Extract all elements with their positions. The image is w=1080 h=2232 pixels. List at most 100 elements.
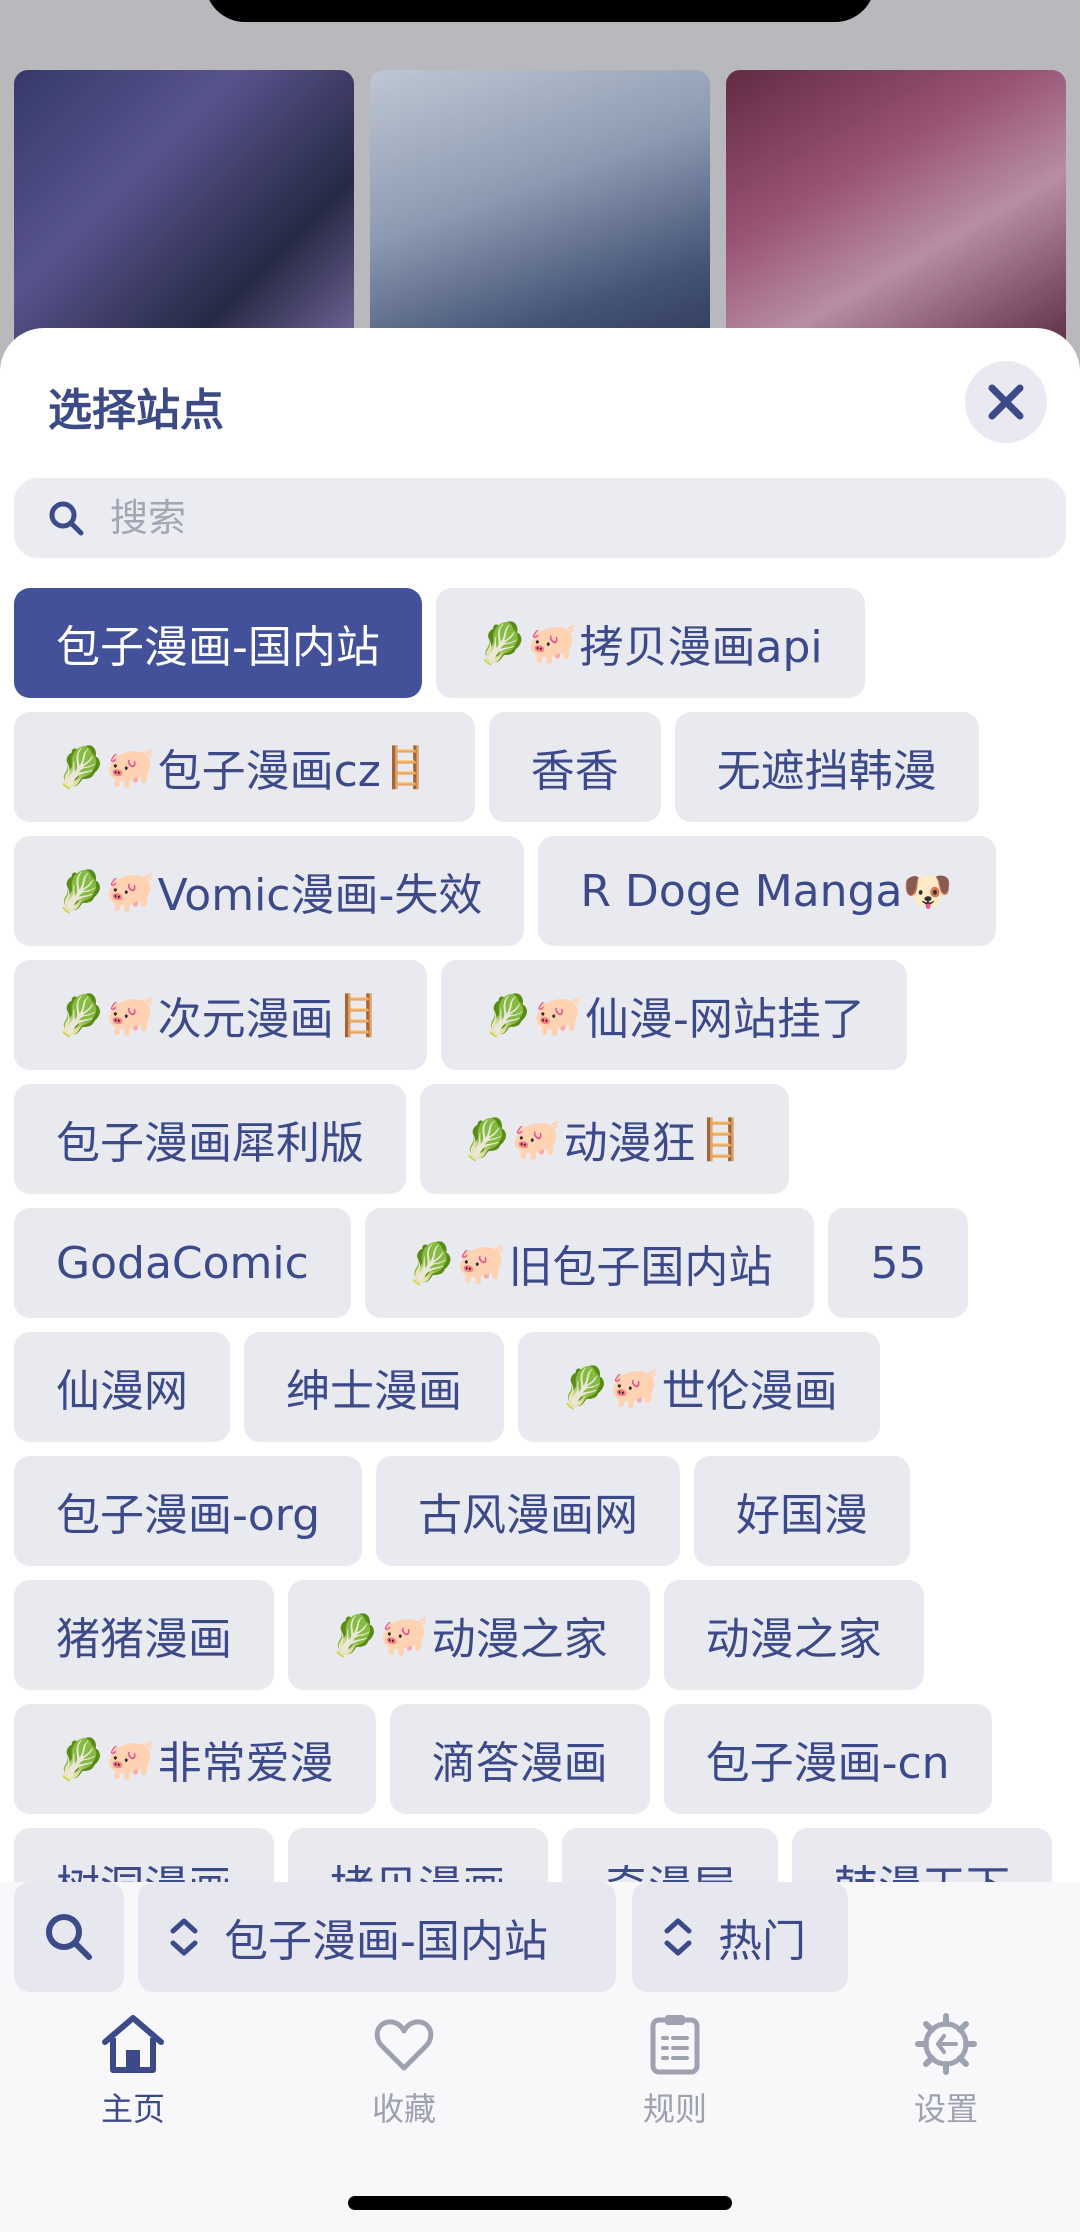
site-chip[interactable]: 包子漫画犀利版 <box>14 1084 406 1194</box>
site-chip[interactable]: 猪猪漫画 <box>14 1580 274 1690</box>
site-chip-label: Vomic漫画-失效 <box>157 870 483 921</box>
site-chip[interactable]: 包子漫画-国内站 <box>14 588 422 698</box>
tab-bar: 主页 收藏 规则 设置 <box>0 2012 1080 2162</box>
site-chip-label: 动漫之家 <box>705 1614 882 1665</box>
site-chip-prefix-emoji: 🥬🐖 <box>330 1612 430 1659</box>
search-box[interactable] <box>14 478 1066 558</box>
site-chip-label: 滴答漫画 <box>431 1738 608 1789</box>
comic-cover-2[interactable] <box>370 70 710 370</box>
search-toggle-button[interactable] <box>14 1882 124 1992</box>
site-chip[interactable]: 动漫之家 <box>663 1580 924 1690</box>
site-chip-label: 包子漫画-cn <box>705 1738 950 1789</box>
camera-notch <box>205 0 875 22</box>
site-chip-prefix-emoji: 🥬🐖 <box>56 744 156 791</box>
site-chip[interactable]: 好国漫 <box>694 1456 911 1566</box>
site-chip[interactable]: 树洞漫画 <box>14 1828 274 1888</box>
site-chip-label: 好国漫 <box>736 1490 869 1541</box>
tab-settings-label: 设置 <box>913 2090 978 2128</box>
site-chip[interactable]: 55 <box>828 1208 969 1318</box>
home-icon <box>102 2015 164 2073</box>
site-chip[interactable]: 香香 <box>488 712 661 822</box>
site-chip-suffix-emoji: 🪜 <box>695 1116 746 1163</box>
site-chip-label: 香香 <box>530 746 619 797</box>
chevron-up-down-icon <box>170 1918 198 1956</box>
site-chip[interactable]: 🥬🐖 动漫狂 🪜 <box>420 1084 790 1194</box>
tab-rules-label: 规则 <box>642 2090 707 2128</box>
site-chip-label: 古风漫画网 <box>418 1490 639 1541</box>
site-chip[interactable]: 🥬🐖 拷贝漫画api <box>435 588 865 698</box>
search-icon <box>46 1914 92 1960</box>
site-chip[interactable]: 绅士漫画 <box>244 1332 504 1442</box>
site-chip[interactable]: 滴答漫画 <box>389 1704 650 1814</box>
site-chip-label: 次元漫画 <box>157 994 334 1045</box>
site-chip-prefix-emoji: 🥬🐖 <box>56 868 156 915</box>
site-chip-label: GodaComic <box>56 1237 309 1289</box>
site-chip-prefix-emoji: 🥬🐖 <box>477 620 578 667</box>
sort-select[interactable]: 热门 <box>632 1882 848 1992</box>
site-chip-suffix-emoji: 🪜 <box>380 744 431 791</box>
chevron-up-down-icon <box>664 1918 692 1956</box>
close-icon <box>988 384 1024 420</box>
site-chip-label: 55 <box>870 1237 927 1289</box>
site-chip[interactable]: R Doge Manga 🐶 <box>538 836 997 946</box>
site-chip-label: 仙漫-网站挂了 <box>585 994 865 1045</box>
site-chip-label: 包子漫画-org <box>56 1490 321 1541</box>
site-chip-label: 动漫之家 <box>431 1614 608 1665</box>
site-chip-prefix-emoji: 🥬🐖 <box>462 1116 562 1163</box>
site-chip-label: 世伦漫画 <box>661 1366 838 1417</box>
site-chip[interactable]: 🥬🐖 包子漫画cz 🪜 <box>14 712 475 822</box>
comic-cover-1[interactable] <box>14 70 354 370</box>
comic-cover-3[interactable] <box>726 70 1066 370</box>
site-chip[interactable]: 🥬🐖 次元漫画 🪜 <box>14 960 428 1070</box>
sheet-title: 选择站点 <box>48 385 224 436</box>
site-chip-label: R Doge Manga <box>580 865 903 917</box>
site-chip[interactable]: 古风漫画网 <box>376 1456 681 1566</box>
gear-icon <box>915 2013 977 2075</box>
tab-favorites-label: 收藏 <box>371 2090 436 2128</box>
clipboard-list-icon <box>650 2015 700 2075</box>
site-picker-sheet: 选择站点 包子漫画-国内站🥬🐖拷贝漫画api🥬🐖包子漫画cz🪜香香无遮挡韩漫🥬🐖… <box>0 328 1080 1888</box>
tab-home[interactable]: 主页 <box>53 2012 213 2130</box>
site-chip[interactable]: 🥬🐖 非常爱漫 <box>14 1704 376 1814</box>
site-chip[interactable]: 韩漫天下 <box>792 1828 1052 1888</box>
site-chip-label: 无遮挡韩漫 <box>716 746 937 797</box>
tab-favorites[interactable]: 收藏 <box>324 2012 484 2130</box>
heart-icon <box>374 2019 434 2071</box>
site-chip[interactable]: 奇漫屋 <box>562 1828 778 1888</box>
site-chip[interactable]: 无遮挡韩漫 <box>674 712 979 822</box>
site-chip[interactable]: GodaComic <box>14 1208 351 1318</box>
site-chip[interactable]: 🥬🐖 Vomic漫画-失效 <box>14 836 525 946</box>
site-chip-label: 绅士漫画 <box>286 1366 462 1417</box>
tab-settings[interactable]: 设置 <box>866 2012 1026 2130</box>
site-chip-label: 非常爱漫 <box>157 1738 334 1789</box>
sort-select-label: 热门 <box>718 1916 806 1967</box>
home-indicator <box>348 2196 732 2210</box>
site-chip-label: 包子漫画cz <box>157 746 381 797</box>
site-chip[interactable]: 🥬🐖 世伦漫画 <box>518 1332 880 1442</box>
tab-rules[interactable]: 规则 <box>595 2012 755 2130</box>
site-chip-label: 仙漫网 <box>56 1366 188 1417</box>
site-chip[interactable]: 仙漫网 <box>14 1332 230 1442</box>
search-input[interactable] <box>110 478 1010 558</box>
bottom-panel: 包子漫画-国内站 热门 主页 收藏 规则 设置 <box>0 1882 1080 2232</box>
close-button[interactable] <box>965 361 1047 443</box>
site-chip-label: 猪猪漫画 <box>56 1614 232 1665</box>
site-chip[interactable]: 包子漫画-org <box>14 1456 363 1566</box>
site-chip[interactable]: 拷贝漫画 <box>288 1828 548 1888</box>
site-chip-prefix-emoji: 🥬🐖 <box>560 1364 660 1411</box>
site-chip-suffix-emoji: 🐶 <box>902 868 953 915</box>
site-chip-prefix-emoji: 🥬🐖 <box>56 1736 156 1783</box>
site-chip-label: 动漫狂 <box>563 1118 696 1169</box>
search-icon <box>49 501 84 536</box>
site-chip-list: 包子漫画-国内站 🥬🐖 拷贝漫画api 🥬🐖 包子漫画cz 🪜 香香 无遮挡韩漫 🥬🐖 Vomic… <box>14 588 1080 1888</box>
site-select[interactable]: 包子漫画-国内站 <box>138 1882 616 1992</box>
site-chip-prefix-emoji: 🥬🐖 <box>56 992 156 1039</box>
site-chip[interactable]: 🥬🐖 旧包子国内站 <box>364 1208 815 1318</box>
site-chip-label: 包子漫画-国内站 <box>56 622 380 673</box>
site-chip-prefix-emoji: 🥬🐖 <box>406 1240 507 1287</box>
site-chip[interactable]: 🥬🐖 动漫之家 <box>288 1580 650 1690</box>
site-chip[interactable]: 🥬🐖 仙漫-网站挂了 <box>441 960 907 1070</box>
site-chip-label: 包子漫画犀利版 <box>56 1118 364 1169</box>
site-chip[interactable]: 包子漫画-cn <box>663 1704 992 1814</box>
site-chip-suffix-emoji: 🪜 <box>333 992 384 1039</box>
